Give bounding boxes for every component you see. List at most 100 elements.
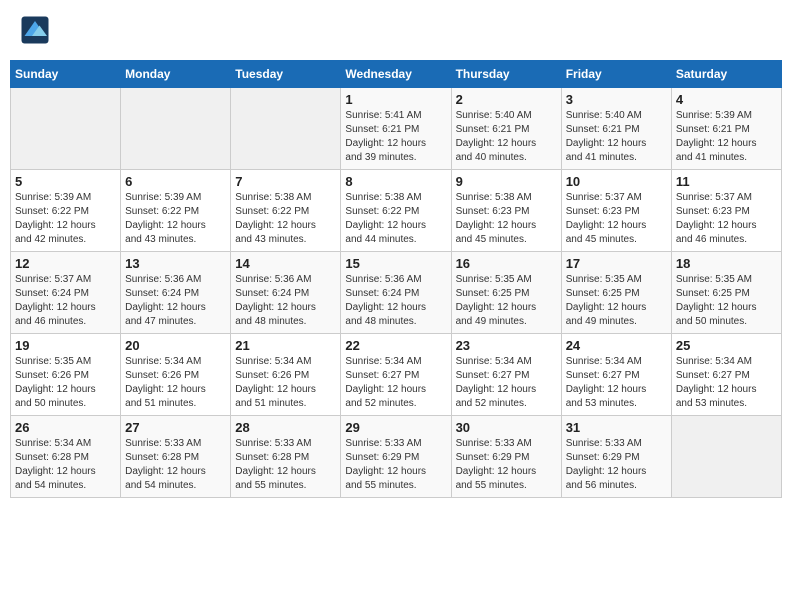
day-number: 5	[15, 174, 116, 189]
weekday-header-saturday: Saturday	[671, 61, 781, 88]
day-number: 3	[566, 92, 667, 107]
day-number: 11	[676, 174, 777, 189]
day-number: 1	[345, 92, 446, 107]
day-info: Sunrise: 5:37 AM Sunset: 6:23 PM Dayligh…	[676, 191, 777, 247]
calendar-cell	[671, 416, 781, 498]
logo-icon	[20, 15, 50, 45]
weekday-header-thursday: Thursday	[451, 61, 561, 88]
day-info: Sunrise: 5:34 AM Sunset: 6:26 PM Dayligh…	[235, 355, 336, 411]
calendar-cell: 11 Sunrise: 5:37 AM Sunset: 6:23 PM Dayli…	[671, 170, 781, 252]
day-info: Sunrise: 5:36 AM Sunset: 6:24 PM Dayligh…	[125, 273, 226, 329]
day-info: Sunrise: 5:34 AM Sunset: 6:28 PM Dayligh…	[15, 437, 116, 493]
day-info: Sunrise: 5:37 AM Sunset: 6:24 PM Dayligh…	[15, 273, 116, 329]
calendar-cell: 10 Sunrise: 5:37 AM Sunset: 6:23 PM Dayli…	[561, 170, 671, 252]
calendar-cell: 24 Sunrise: 5:34 AM Sunset: 6:27 PM Dayli…	[561, 334, 671, 416]
day-number: 20	[125, 338, 226, 353]
calendar-cell: 2Sunrise: 5:40 AM Sunset: 6:21 PM Daylig…	[451, 88, 561, 170]
calendar-cell: 14 Sunrise: 5:36 AM Sunset: 6:24 PM Dayli…	[231, 252, 341, 334]
day-number: 23	[456, 338, 557, 353]
calendar-cell	[121, 88, 231, 170]
calendar-cell: 9Sunrise: 5:38 AM Sunset: 6:23 PM Daylig…	[451, 170, 561, 252]
day-number: 21	[235, 338, 336, 353]
day-info: Sunrise: 5:33 AM Sunset: 6:28 PM Dayligh…	[235, 437, 336, 493]
day-info: Sunrise: 5:34 AM Sunset: 6:27 PM Dayligh…	[676, 355, 777, 411]
calendar-week-5: 26 Sunrise: 5:34 AM Sunset: 6:28 PM Dayli…	[11, 416, 782, 498]
day-number: 27	[125, 420, 226, 435]
day-info: Sunrise: 5:41 AM Sunset: 6:21 PM Dayligh…	[345, 109, 446, 165]
day-number: 25	[676, 338, 777, 353]
day-info: Sunrise: 5:38 AM Sunset: 6:22 PM Dayligh…	[235, 191, 336, 247]
day-number: 19	[15, 338, 116, 353]
day-info: Sunrise: 5:39 AM Sunset: 6:22 PM Dayligh…	[15, 191, 116, 247]
calendar-cell	[11, 88, 121, 170]
day-number: 26	[15, 420, 116, 435]
calendar-cell: 18Sunrise: 5:35 AM Sunset: 6:25 PM Dayli…	[671, 252, 781, 334]
calendar-cell: 29Sunrise: 5:33 AM Sunset: 6:29 PM Dayli…	[341, 416, 451, 498]
day-info: Sunrise: 5:33 AM Sunset: 6:29 PM Dayligh…	[566, 437, 667, 493]
day-number: 10	[566, 174, 667, 189]
day-info: Sunrise: 5:39 AM Sunset: 6:21 PM Dayligh…	[676, 109, 777, 165]
calendar-cell: 8 Sunrise: 5:38 AM Sunset: 6:22 PM Daylig…	[341, 170, 451, 252]
calendar-cell: 13 Sunrise: 5:36 AM Sunset: 6:24 PM Dayli…	[121, 252, 231, 334]
weekday-header-friday: Friday	[561, 61, 671, 88]
day-number: 30	[456, 420, 557, 435]
weekday-header-row: SundayMondayTuesdayWednesdayThursdayFrid…	[11, 61, 782, 88]
day-number: 31	[566, 420, 667, 435]
calendar-cell: 20 Sunrise: 5:34 AM Sunset: 6:26 PM Dayli…	[121, 334, 231, 416]
calendar-cell: 19 Sunrise: 5:35 AM Sunset: 6:26 PM Dayli…	[11, 334, 121, 416]
calendar-cell: 25 Sunrise: 5:34 AM Sunset: 6:27 PM Dayli…	[671, 334, 781, 416]
day-number: 8	[345, 174, 446, 189]
calendar-week-3: 12 Sunrise: 5:37 AM Sunset: 6:24 PM Dayli…	[11, 252, 782, 334]
day-number: 2	[456, 92, 557, 107]
day-info: Sunrise: 5:40 AM Sunset: 6:21 PM Dayligh…	[566, 109, 667, 165]
day-number: 28	[235, 420, 336, 435]
weekday-header-wednesday: Wednesday	[341, 61, 451, 88]
day-info: Sunrise: 5:35 AM Sunset: 6:25 PM Dayligh…	[676, 273, 777, 329]
calendar-header: SundayMondayTuesdayWednesdayThursdayFrid…	[11, 61, 782, 88]
day-number: 13	[125, 256, 226, 271]
day-info: Sunrise: 5:39 AM Sunset: 6:22 PM Dayligh…	[125, 191, 226, 247]
day-number: 29	[345, 420, 446, 435]
day-info: Sunrise: 5:38 AM Sunset: 6:23 PM Dayligh…	[456, 191, 557, 247]
day-info: Sunrise: 5:35 AM Sunset: 6:25 PM Dayligh…	[566, 273, 667, 329]
day-number: 24	[566, 338, 667, 353]
calendar-cell: 1 Sunrise: 5:41 AM Sunset: 6:21 PM Daylig…	[341, 88, 451, 170]
day-info: Sunrise: 5:34 AM Sunset: 6:27 PM Dayligh…	[456, 355, 557, 411]
day-info: Sunrise: 5:34 AM Sunset: 6:26 PM Dayligh…	[125, 355, 226, 411]
calendar-cell: 3 Sunrise: 5:40 AM Sunset: 6:21 PM Daylig…	[561, 88, 671, 170]
calendar-body: 1 Sunrise: 5:41 AM Sunset: 6:21 PM Daylig…	[11, 88, 782, 498]
calendar-cell: 12 Sunrise: 5:37 AM Sunset: 6:24 PM Dayli…	[11, 252, 121, 334]
calendar-cell: 15Sunrise: 5:36 AM Sunset: 6:24 PM Dayli…	[341, 252, 451, 334]
day-info: Sunrise: 5:36 AM Sunset: 6:24 PM Dayligh…	[235, 273, 336, 329]
calendar-cell: 31 Sunrise: 5:33 AM Sunset: 6:29 PM Dayli…	[561, 416, 671, 498]
calendar-table: SundayMondayTuesdayWednesdayThursdayFrid…	[10, 60, 782, 498]
day-info: Sunrise: 5:38 AM Sunset: 6:22 PM Dayligh…	[345, 191, 446, 247]
calendar-cell: 23 Sunrise: 5:34 AM Sunset: 6:27 PM Dayli…	[451, 334, 561, 416]
day-info: Sunrise: 5:33 AM Sunset: 6:29 PM Dayligh…	[456, 437, 557, 493]
day-number: 14	[235, 256, 336, 271]
calendar-cell: 7Sunrise: 5:38 AM Sunset: 6:22 PM Daylig…	[231, 170, 341, 252]
calendar-cell	[231, 88, 341, 170]
day-info: Sunrise: 5:36 AM Sunset: 6:24 PM Dayligh…	[345, 273, 446, 329]
calendar-cell: 17 Sunrise: 5:35 AM Sunset: 6:25 PM Dayli…	[561, 252, 671, 334]
day-number: 6	[125, 174, 226, 189]
day-number: 4	[676, 92, 777, 107]
calendar-week-4: 19 Sunrise: 5:35 AM Sunset: 6:26 PM Dayli…	[11, 334, 782, 416]
calendar-week-1: 1 Sunrise: 5:41 AM Sunset: 6:21 PM Daylig…	[11, 88, 782, 170]
day-info: Sunrise: 5:34 AM Sunset: 6:27 PM Dayligh…	[345, 355, 446, 411]
calendar-cell: 5 Sunrise: 5:39 AM Sunset: 6:22 PM Daylig…	[11, 170, 121, 252]
day-number: 12	[15, 256, 116, 271]
calendar-cell: 30 Sunrise: 5:33 AM Sunset: 6:29 PM Dayli…	[451, 416, 561, 498]
calendar-cell: 27 Sunrise: 5:33 AM Sunset: 6:28 PM Dayli…	[121, 416, 231, 498]
calendar-cell: 16Sunrise: 5:35 AM Sunset: 6:25 PM Dayli…	[451, 252, 561, 334]
day-number: 22	[345, 338, 446, 353]
day-info: Sunrise: 5:34 AM Sunset: 6:27 PM Dayligh…	[566, 355, 667, 411]
day-info: Sunrise: 5:33 AM Sunset: 6:28 PM Dayligh…	[125, 437, 226, 493]
day-info: Sunrise: 5:35 AM Sunset: 6:26 PM Dayligh…	[15, 355, 116, 411]
calendar-week-2: 5 Sunrise: 5:39 AM Sunset: 6:22 PM Daylig…	[11, 170, 782, 252]
logo	[20, 15, 55, 45]
calendar-cell: 26 Sunrise: 5:34 AM Sunset: 6:28 PM Dayli…	[11, 416, 121, 498]
day-info: Sunrise: 5:37 AM Sunset: 6:23 PM Dayligh…	[566, 191, 667, 247]
day-number: 17	[566, 256, 667, 271]
calendar-cell: 4 Sunrise: 5:39 AM Sunset: 6:21 PM Daylig…	[671, 88, 781, 170]
